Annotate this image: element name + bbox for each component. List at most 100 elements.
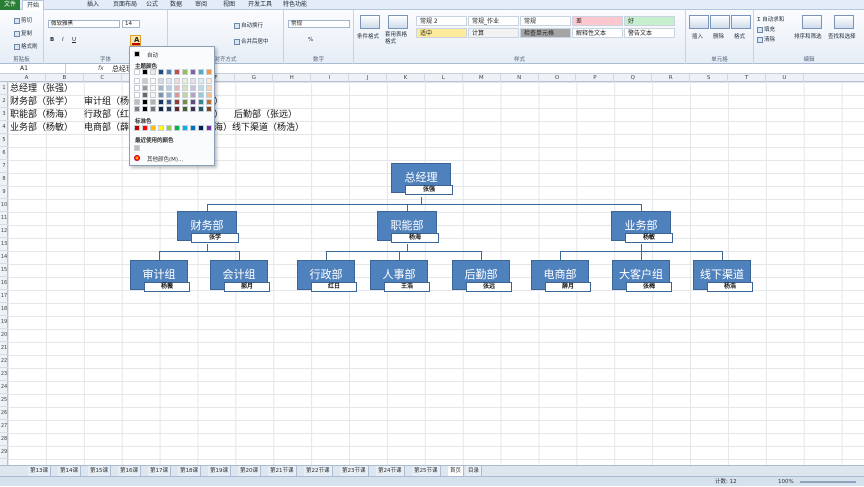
row-header-22[interactable]: 22 <box>0 355 8 368</box>
tab-7[interactable]: 视图 <box>216 0 242 10</box>
find-select-button[interactable]: 查找和选择 <box>828 32 856 40</box>
column-header-L[interactable]: L <box>425 74 463 82</box>
sheet-tab-4[interactable]: 第17课 <box>148 466 171 476</box>
italic-button[interactable]: I <box>62 37 64 43</box>
sheet-tab-12[interactable]: 第25节课 <box>412 466 441 476</box>
row-header-9[interactable]: 9 <box>0 186 8 199</box>
row-header-29[interactable]: 29 <box>0 446 8 459</box>
theme-swatch-0-2[interactable] <box>134 85 140 91</box>
theme-swatch-8-1[interactable] <box>198 78 204 84</box>
delete-cells-button[interactable]: 删除 <box>713 32 724 40</box>
row-header-1[interactable]: 1 <box>0 82 8 95</box>
cell-style-5[interactable]: 适中 <box>416 28 467 38</box>
sheet-tab-8[interactable]: 第21节课 <box>268 466 297 476</box>
theme-swatch-3-0[interactable] <box>158 69 164 75</box>
theme-swatch-0-5[interactable] <box>134 106 140 112</box>
row-header-24[interactable]: 24 <box>0 381 8 394</box>
insert-cells-button[interactable]: 插入 <box>692 32 703 40</box>
copy-button[interactable]: 复制 <box>14 29 32 37</box>
row-header-6[interactable]: 6 <box>0 147 8 160</box>
theme-swatch-3-5[interactable] <box>158 106 164 112</box>
theme-swatch-6-0[interactable] <box>182 69 188 75</box>
theme-swatch-1-3[interactable] <box>142 92 148 98</box>
theme-swatch-9-4[interactable] <box>206 99 212 105</box>
theme-swatch-5-3[interactable] <box>174 92 180 98</box>
row-header-12[interactable]: 12 <box>0 225 8 238</box>
cell-style-4[interactable]: 好 <box>624 16 675 26</box>
column-header-B[interactable]: B <box>46 74 84 82</box>
theme-swatch-3-3[interactable] <box>158 92 164 98</box>
autosum-button[interactable]: Σ 自动求和 <box>757 15 784 23</box>
format-painter-button[interactable]: 格式刷 <box>14 42 38 50</box>
cell-style-9[interactable]: 警告文本 <box>624 28 675 38</box>
tab-5[interactable]: 数据 <box>166 0 186 10</box>
column-header-J[interactable]: J <box>349 74 387 82</box>
format-cells-button[interactable]: 格式 <box>734 32 745 40</box>
column-header-R[interactable]: R <box>652 74 691 82</box>
theme-swatch-4-0[interactable] <box>166 69 172 75</box>
row-header-19[interactable]: 19 <box>0 316 8 329</box>
theme-swatch-5-2[interactable] <box>174 85 180 91</box>
row-header-8[interactable]: 8 <box>0 173 8 186</box>
row-header-23[interactable]: 23 <box>0 368 8 381</box>
row-header-28[interactable]: 28 <box>0 433 8 446</box>
column-header-A[interactable]: A <box>8 74 46 82</box>
cell-r4-2[interactable]: 海）线下渠道（杨浩） <box>214 122 304 135</box>
zoom-slider[interactable] <box>800 481 856 483</box>
tab-0[interactable]: 文件 <box>0 0 20 10</box>
column-header-G[interactable]: G <box>235 74 274 82</box>
cell-r2-1[interactable]: 审计组（杨 <box>84 96 129 109</box>
column-header-T[interactable]: T <box>728 74 766 82</box>
row-header-5[interactable]: 5 <box>0 134 8 147</box>
cell-style-1[interactable]: 常规_作业 <box>468 16 519 26</box>
row-header-26[interactable]: 26 <box>0 407 8 420</box>
theme-swatch-1-0[interactable] <box>142 69 148 75</box>
row-header-4[interactable]: 4 <box>0 121 8 134</box>
sheet-tab-13[interactable]: 首页 <box>448 466 465 476</box>
theme-swatch-4-3[interactable] <box>166 92 172 98</box>
sheet-tab-2[interactable]: 第15课 <box>88 466 111 476</box>
column-header-U[interactable]: U <box>766 74 804 82</box>
row-header-13[interactable]: 13 <box>0 238 8 251</box>
theme-swatch-4-4[interactable] <box>166 99 172 105</box>
theme-swatch-9-5[interactable] <box>206 106 212 112</box>
row-header-18[interactable]: 18 <box>0 303 8 316</box>
column-header-M[interactable]: M <box>463 74 501 82</box>
cell-style-6[interactable]: 计算 <box>468 28 519 38</box>
theme-swatch-0-3[interactable] <box>134 92 140 98</box>
font-name-select[interactable]: 微软雅黑 <box>48 20 120 28</box>
cell-r4-1[interactable]: 电商部（薛 <box>84 122 129 135</box>
theme-swatch-7-4[interactable] <box>190 99 196 105</box>
standard-swatch-5[interactable] <box>174 125 180 131</box>
row-header-27[interactable]: 27 <box>0 420 8 433</box>
theme-swatch-7-3[interactable] <box>190 92 196 98</box>
column-header-H[interactable]: H <box>273 74 312 82</box>
cell-style-7[interactable]: 检查单元格 <box>520 28 571 38</box>
row-header-20[interactable]: 20 <box>0 329 8 342</box>
theme-swatch-8-0[interactable] <box>198 69 204 75</box>
table-format-button[interactable]: 套用表格格式 <box>385 32 411 46</box>
row-header-21[interactable]: 21 <box>0 342 8 355</box>
cell-style-2[interactable]: 常规 <box>520 16 571 26</box>
row-header-16[interactable]: 16 <box>0 277 8 290</box>
tab-1[interactable]: 开始 <box>22 0 44 10</box>
tab-8[interactable]: 开发工具 <box>245 0 275 10</box>
column-header-I[interactable]: I <box>311 74 350 82</box>
row-header-17[interactable]: 17 <box>0 290 8 303</box>
font-color-button[interactable]: A <box>130 35 141 46</box>
standard-swatch-7[interactable] <box>190 125 196 131</box>
tab-3[interactable]: 页面布局 <box>112 0 138 10</box>
conditional-format-button[interactable]: 条件格式 <box>357 32 379 40</box>
percent-button[interactable]: % <box>308 37 313 43</box>
theme-swatch-6-5[interactable] <box>182 106 188 112</box>
cell-style-8[interactable]: 解释性文本 <box>572 28 623 38</box>
sheet-tab-0[interactable]: 第13课 <box>28 466 51 476</box>
wrap-text-button[interactable]: 自动换行 <box>234 21 263 29</box>
theme-swatch-7-1[interactable] <box>190 78 196 84</box>
column-header-K[interactable]: K <box>387 74 425 82</box>
theme-swatch-1-2[interactable] <box>142 85 148 91</box>
theme-swatch-5-5[interactable] <box>174 106 180 112</box>
theme-swatch-1-5[interactable] <box>142 106 148 112</box>
sheet-tab-11[interactable]: 第24节课 <box>376 466 405 476</box>
theme-swatch-1-1[interactable] <box>142 78 148 84</box>
